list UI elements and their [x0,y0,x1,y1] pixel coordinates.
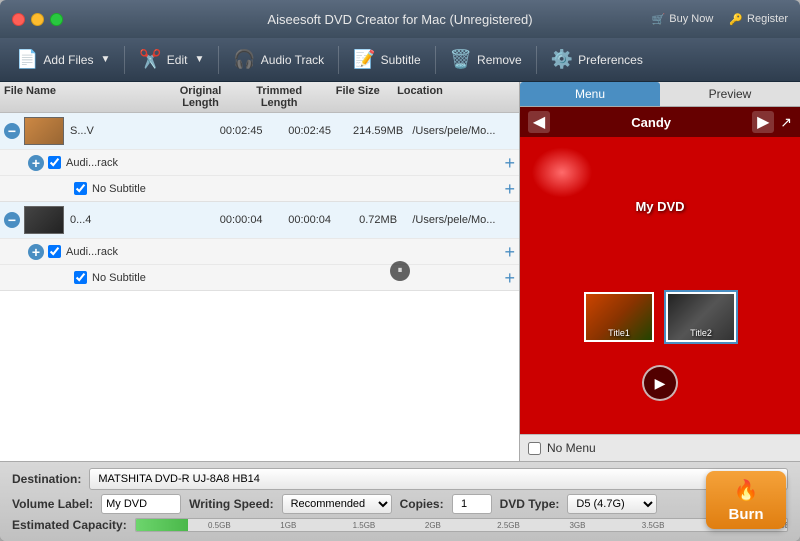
preview-thumbnails: Title1 Title2 [520,292,800,342]
title1-label: Title1 [586,328,652,338]
title2-label: Title2 [668,328,734,338]
table-row: − ⏸ S...V 00:02:45 00:02:45 214.59MB /Us… [0,113,519,202]
burn-button[interactable]: 🔥 Burn [706,471,786,529]
burn-icon: 🔥 [734,478,759,503]
dvd-label: My DVD [635,199,684,214]
title2-thumbnail[interactable]: Title2 [666,292,736,342]
burn-label: Burn [729,506,764,523]
burn-button-area: 🔥 Burn [706,471,786,529]
file-thumbnail-1: ⏸ [24,117,64,145]
preview-play-button[interactable]: ▶ [642,365,678,401]
preview-share-button[interactable]: ↗ [780,114,792,131]
preview-content: ◀ Candy ▶ ↗ My DVD Title1 Title2 [520,107,800,434]
capacity-bar: 0.5GB 1GB 1.5GB 2GB 2.5GB 3GB 3.5GB 4GB … [135,518,788,532]
preview-title-text: Candy [631,115,671,130]
capacity-fill [136,519,188,531]
main-area: File Name Original Length Trimmed Length… [0,82,800,461]
file-rows: − ⏸ S...V 00:02:45 00:02:45 214.59MB /Us… [0,113,519,461]
file-list-panel: File Name Original Length Trimmed Length… [0,82,520,461]
pause-overlay-1: ⏸ [24,117,64,145]
file-row-main-1: − ⏸ S...V 00:02:45 00:02:45 214.59MB /Us… [0,113,519,149]
preview-panel: Menu Preview ◀ Candy ▶ ↗ My DVD [520,82,800,461]
preview-prev-button[interactable]: ◀ [528,111,550,133]
title1-thumbnail[interactable]: Title1 [584,292,654,342]
preview-title-bar: ◀ Candy ▶ ↗ [520,107,800,137]
preview-next-button[interactable]: ▶ [752,111,774,133]
